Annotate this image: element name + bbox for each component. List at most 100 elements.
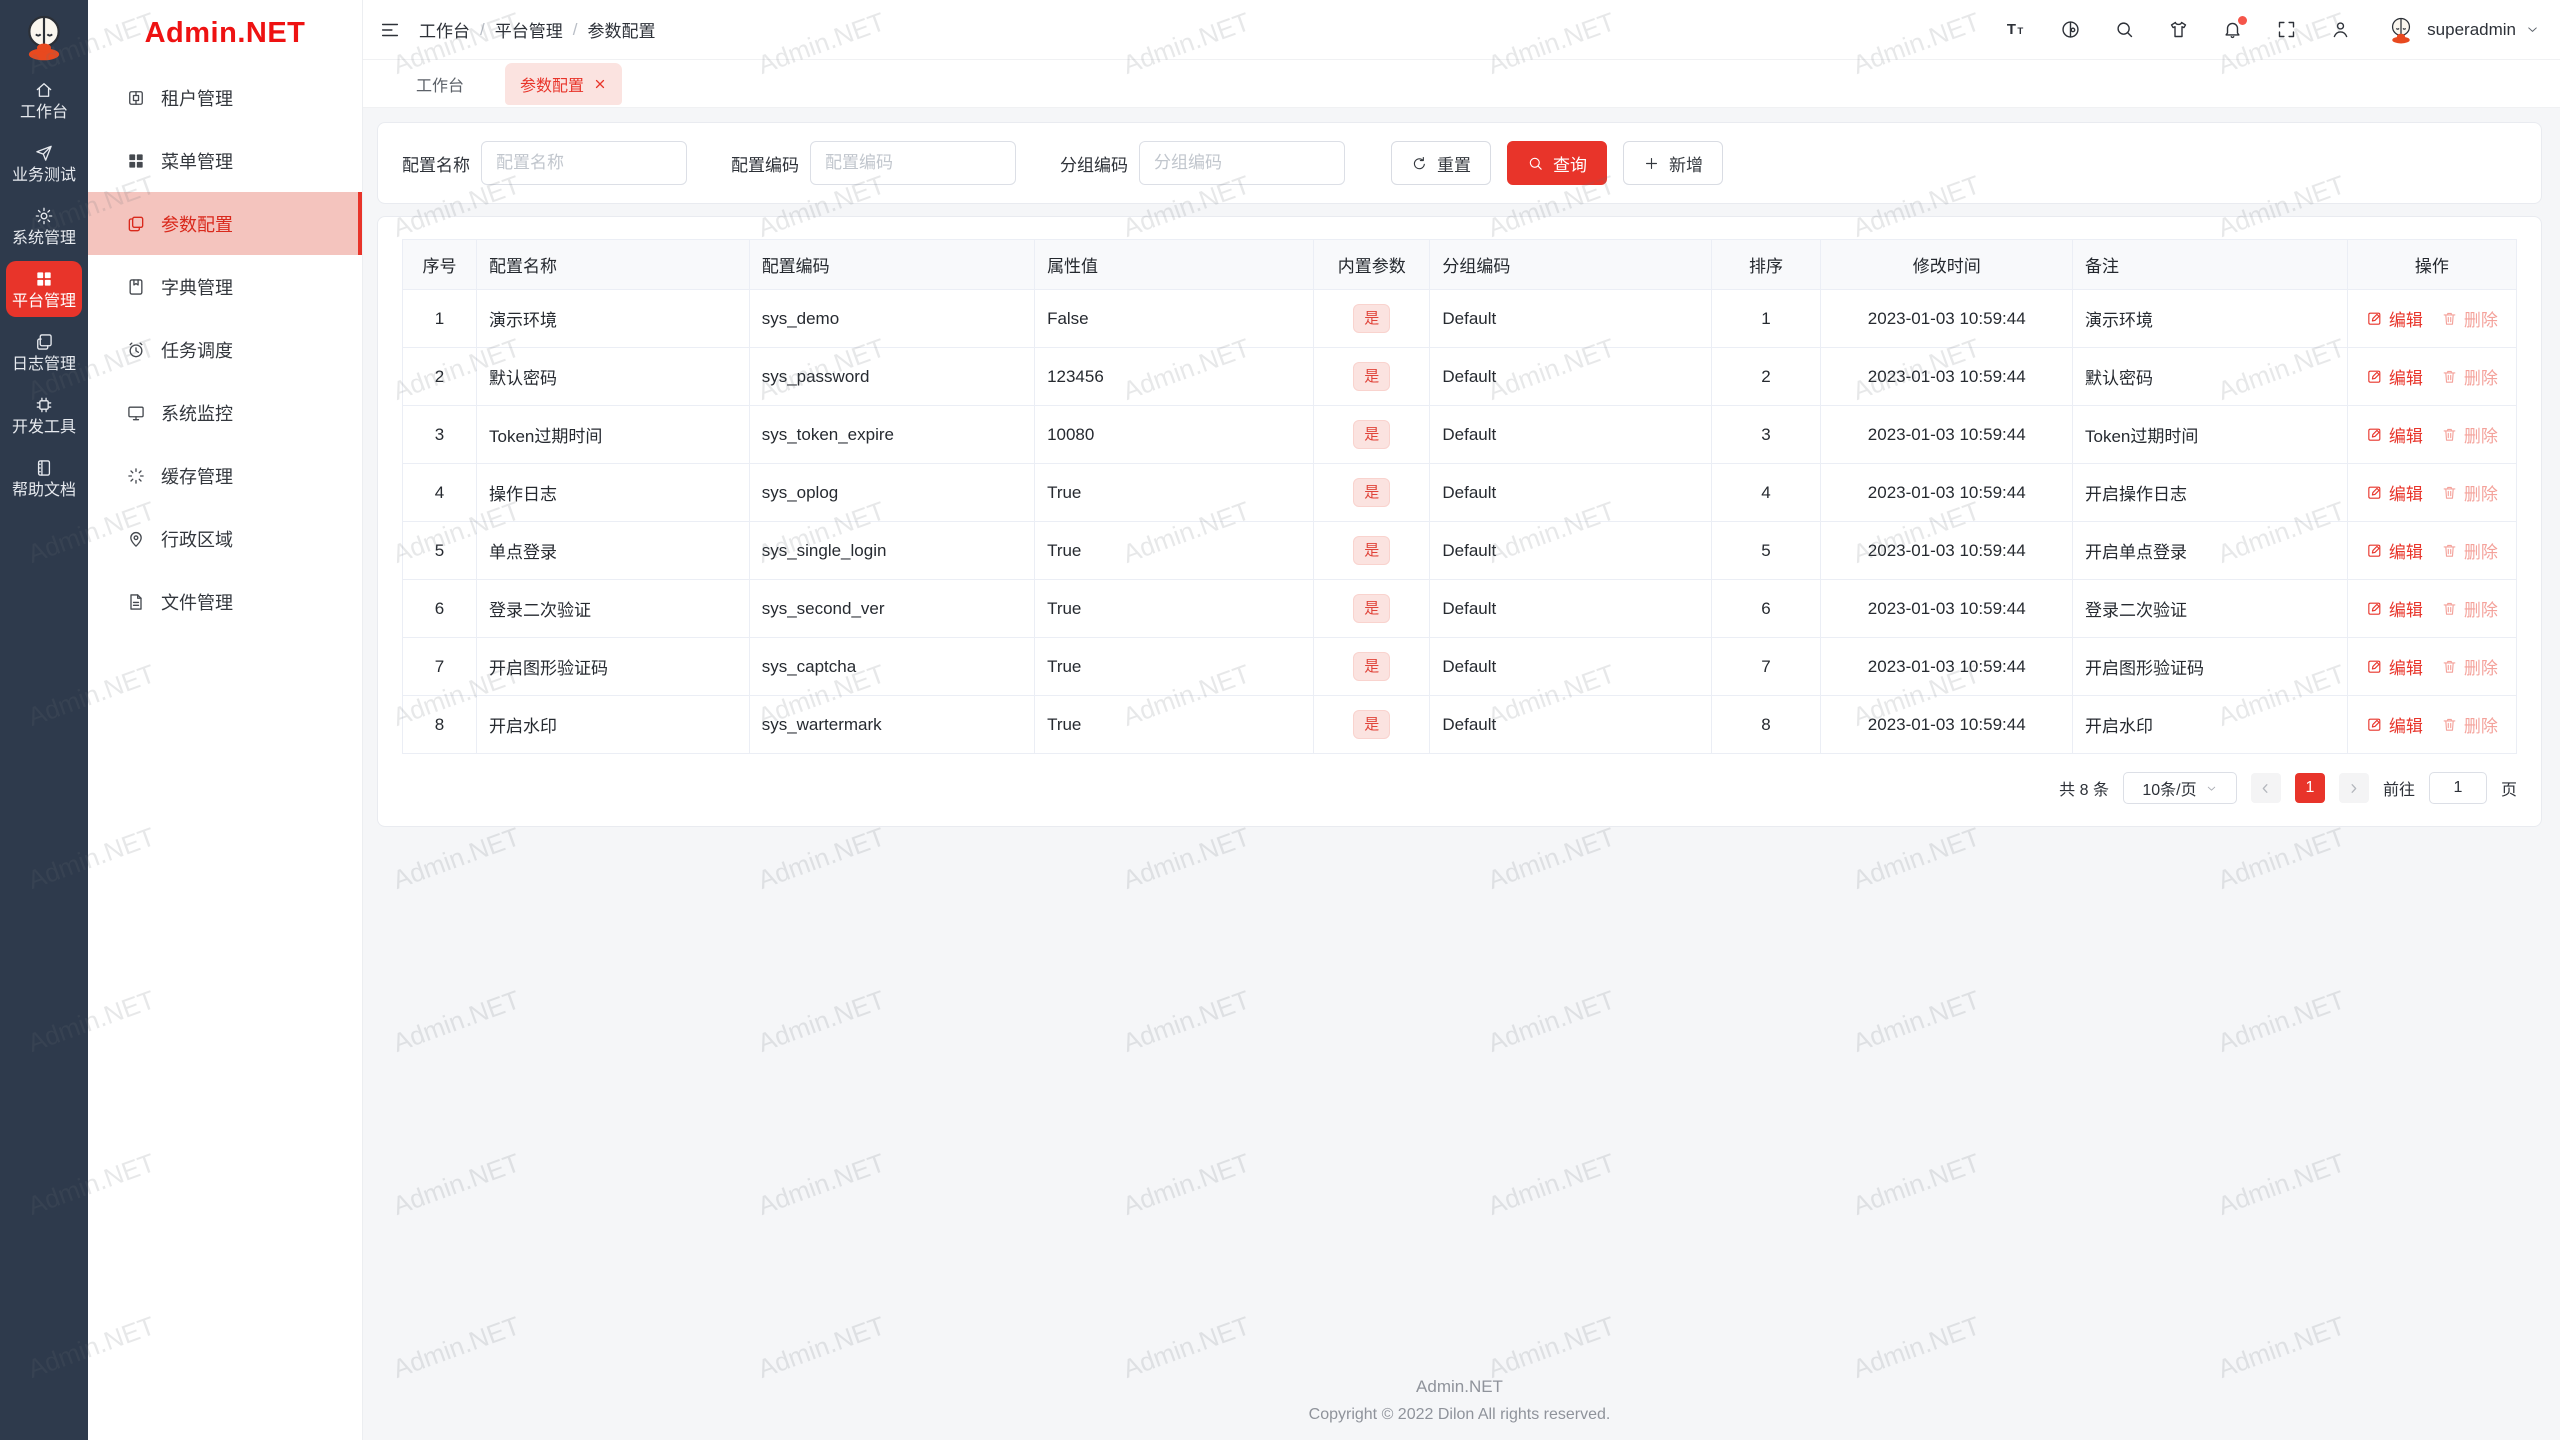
rail-item[interactable]: 工作台 (6, 72, 82, 128)
cell-group: Default (1429, 463, 1712, 522)
sidebar-menu-item[interactable]: 系统监控 (88, 381, 362, 444)
builtin-tag: 是 (1353, 420, 1391, 449)
filter-field: 配置编码 (731, 141, 1016, 185)
page-unit-label: 页 (2500, 782, 2517, 799)
edit-button[interactable]: 编辑 (2366, 654, 2423, 679)
search-icon[interactable] (2114, 19, 2135, 40)
page-tab[interactable]: 参数配置 (505, 62, 623, 105)
edit-button[interactable]: 编辑 (2366, 422, 2423, 447)
cell-value: False (1034, 289, 1315, 348)
user-menu[interactable]: superadmin (2384, 12, 2540, 47)
mascot-icon (2386, 14, 2416, 46)
delete-button[interactable]: 删除 (2441, 538, 2498, 563)
table-row: 2 默认密码 sys_password 123456 是 Default 2 2… (402, 347, 2518, 406)
filter-buttons: 重置 查询 新增 (1391, 141, 1723, 185)
cell-code: sys_token_expire (748, 405, 1036, 464)
theme-icon[interactable] (2168, 19, 2189, 40)
cell-value: True (1034, 637, 1315, 696)
cell-time: 2023-01-03 10:59:44 (1820, 521, 2074, 580)
collapse-icon[interactable] (379, 19, 401, 41)
filter-label: 配置编码 (731, 155, 799, 175)
edit-icon (2366, 426, 2383, 443)
cell-no: 6 (402, 579, 477, 638)
page-size-select[interactable]: 10条/页 (2122, 772, 2237, 804)
query-button[interactable]: 查询 (1507, 141, 1607, 185)
delete-icon (2441, 426, 2458, 443)
rail-item-label: 系统管理 (11, 229, 76, 247)
rail-item-label: 日志管理 (11, 355, 76, 373)
book-icon (34, 458, 54, 478)
col-header-builtin: 内置参数 (1313, 239, 1431, 290)
next-page-button[interactable] (2338, 773, 2369, 803)
close-icon[interactable] (593, 77, 607, 91)
sidebar-menu: 租户管理 菜单管理 参数配置 字典管理 任务调度 系统监控 缓存管理 行政区域 … (88, 66, 362, 633)
breadcrumb-item[interactable]: 工作台 / (419, 17, 495, 42)
gear-icon (34, 206, 54, 226)
prev-page-button[interactable] (2250, 773, 2281, 803)
home-icon (34, 80, 54, 100)
rail-item[interactable]: 系统管理 (6, 198, 82, 254)
footer-copyright: Copyright © 2022 Dilon All rights reserv… (1308, 1406, 1611, 1423)
rail-item[interactable]: 开发工具 (6, 387, 82, 443)
sidebar-menu-item[interactable]: 菜单管理 (88, 129, 362, 192)
edit-button[interactable]: 编辑 (2366, 306, 2423, 331)
fullscreen-icon[interactable] (2276, 19, 2297, 40)
sidebar-menu-item[interactable]: 租户管理 (88, 66, 362, 129)
mascot-icon (18, 9, 70, 65)
filter-input[interactable] (1139, 141, 1345, 185)
cell-no: 4 (402, 463, 477, 522)
cell-remark: 开启操作日志 (2072, 463, 2348, 522)
config-icon (126, 214, 146, 234)
cell-remark: 登录二次验证 (2072, 579, 2348, 638)
page-footer: Admin.NET Copyright © 2022 Dilon All rig… (377, 1377, 2542, 1440)
rail-item-label: 平台管理 (11, 292, 76, 310)
edit-button[interactable]: 编辑 (2366, 712, 2423, 737)
cell-name: 登录二次验证 (475, 579, 750, 638)
chevron-down-icon (2205, 782, 2218, 795)
cell-name: Token过期时间 (475, 405, 750, 464)
sidebar-menu-item[interactable]: 任务调度 (88, 318, 362, 381)
edit-button[interactable]: 编辑 (2366, 596, 2423, 621)
sidebar-menu-item[interactable]: 字典管理 (88, 255, 362, 318)
edit-button[interactable]: 编辑 (2366, 480, 2423, 505)
current-page-button[interactable]: 1 (2294, 773, 2325, 803)
add-button[interactable]: 新增 (1623, 141, 1723, 185)
goto-page-input[interactable] (2428, 772, 2487, 804)
delete-button[interactable]: 删除 (2441, 480, 2498, 505)
building-icon (126, 88, 146, 108)
delete-button[interactable]: 删除 (2441, 596, 2498, 621)
breadcrumb-item[interactable]: 参数配置 (587, 17, 675, 42)
rail-item-label: 开发工具 (11, 418, 76, 436)
rail-item[interactable]: 日志管理 (6, 324, 82, 380)
sidebar-menu-item[interactable]: 缓存管理 (88, 444, 362, 507)
sidebar-menu-item[interactable]: 文件管理 (88, 570, 362, 633)
sidebar-menu-label: 行政区域 (161, 529, 233, 550)
rail-item[interactable]: 业务测试 (6, 135, 82, 191)
rail-item[interactable]: 帮助文档 (6, 450, 82, 506)
edit-button[interactable]: 编辑 (2366, 538, 2423, 563)
edit-button[interactable]: 编辑 (2366, 364, 2423, 389)
delete-button[interactable]: 删除 (2441, 364, 2498, 389)
rail-item[interactable]: 平台管理 (6, 261, 82, 317)
page-tab[interactable]: 工作台 (401, 63, 479, 105)
delete-button[interactable]: 删除 (2441, 654, 2498, 679)
delete-button[interactable]: 删除 (2441, 306, 2498, 331)
delete-button[interactable]: 删除 (2441, 422, 2498, 447)
col-header-group: 分组编码 (1429, 239, 1712, 290)
breadcrumb-item[interactable]: 平台管理 / (495, 17, 588, 42)
cell-actions: 编辑 删除 (2346, 695, 2518, 754)
sidebar-menu-label: 租户管理 (161, 88, 233, 109)
reset-button[interactable]: 重置 (1391, 141, 1491, 185)
user-icon[interactable] (2330, 19, 2351, 40)
sidebar-menu-label: 字典管理 (161, 277, 233, 298)
cell-value: True (1034, 579, 1315, 638)
cell-sort: 7 (1710, 637, 1822, 696)
filter-input[interactable] (481, 141, 687, 185)
delete-button[interactable]: 删除 (2441, 712, 2498, 737)
table-header-row: 序号 配置名称 配置编码 属性值 内置参数 分组编码 排序 修改时间 备注 操作 (402, 239, 2518, 290)
language-icon[interactable] (2060, 19, 2081, 40)
fontsize-icon[interactable]: TT (2006, 19, 2027, 40)
sidebar-menu-item[interactable]: 行政区域 (88, 507, 362, 570)
filter-input[interactable] (810, 141, 1016, 185)
sidebar-menu-item[interactable]: 参数配置 (88, 192, 362, 255)
